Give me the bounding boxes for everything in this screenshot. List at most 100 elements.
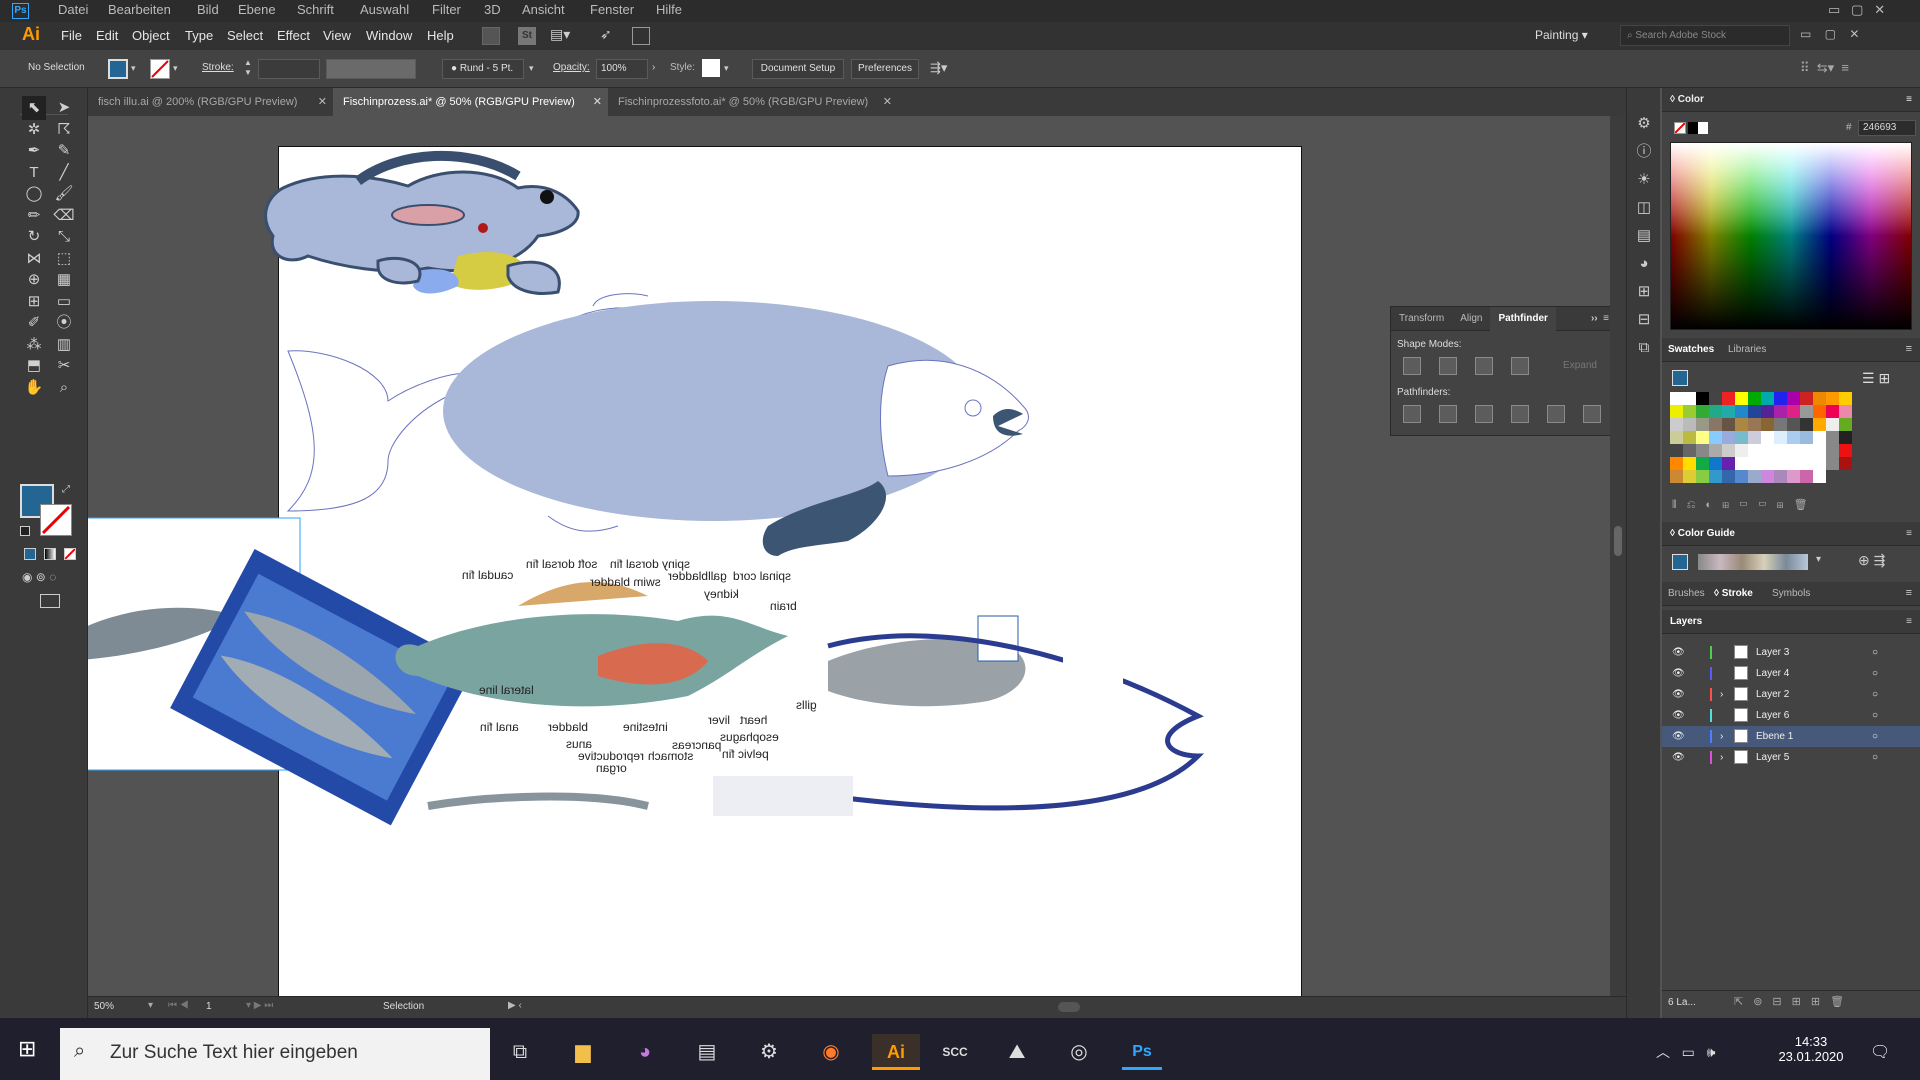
- swatch[interactable]: [1735, 431, 1748, 444]
- ps-menu-filter[interactable]: Filter: [432, 2, 461, 17]
- swatch[interactable]: [1722, 431, 1735, 444]
- swatch[interactable]: [1696, 405, 1709, 418]
- black-swatch[interactable]: [1688, 122, 1698, 134]
- drawing-modes-icon[interactable]: ◉ ⊚ ◌: [22, 570, 56, 584]
- line-tool-icon[interactable]: ╱: [52, 161, 76, 185]
- swatch[interactable]: [1813, 470, 1826, 483]
- menu-file[interactable]: File: [61, 28, 82, 43]
- swatch[interactable]: [1722, 392, 1735, 405]
- swatch[interactable]: [1670, 405, 1683, 418]
- ps-menu-file[interactable]: Datei: [58, 2, 88, 17]
- menu-select[interactable]: Select: [227, 28, 263, 43]
- pencil-tool-icon[interactable]: ✏: [22, 204, 46, 228]
- stroke-swatch[interactable]: [150, 59, 170, 79]
- direct-selection-tool-icon[interactable]: ➤: [52, 96, 76, 120]
- ps-menu-edit[interactable]: Bearbeiten: [108, 2, 171, 17]
- layer-name[interactable]: Ebene 1: [1756, 726, 1793, 747]
- swatch[interactable]: [1709, 392, 1722, 405]
- swatch[interactable]: [1683, 457, 1696, 470]
- layer-name[interactable]: Layer 3: [1756, 642, 1789, 663]
- tab-swatches[interactable]: Swatches: [1668, 344, 1714, 355]
- task-view-icon[interactable]: ⧉: [502, 1034, 538, 1070]
- white-swatch[interactable]: [1698, 122, 1708, 134]
- merge-button[interactable]: [1475, 405, 1493, 423]
- swatch[interactable]: [1813, 444, 1826, 457]
- swatch[interactable]: [1774, 470, 1787, 483]
- scale-tool-icon[interactable]: ⤡: [52, 225, 76, 249]
- stock-search-input[interactable]: ⌕ Search Adobe Stock: [1620, 25, 1790, 46]
- menu-edit[interactable]: Edit: [96, 28, 118, 43]
- zoom-chevron-icon[interactable]: ▾: [148, 1000, 153, 1011]
- stroke-weight-field[interactable]: [258, 59, 320, 79]
- harmony-colors[interactable]: [1698, 554, 1808, 570]
- swatch[interactable]: [1748, 405, 1761, 418]
- blend-tool-icon[interactable]: ⦿: [52, 311, 76, 335]
- rotate-tool-icon[interactable]: ↻: [22, 225, 46, 249]
- preferences-button[interactable]: Preferences: [851, 59, 919, 79]
- swatch[interactable]: [1696, 431, 1709, 444]
- tab-fisch-illu[interactable]: fisch illu.ai @ 200% (RGB/GPU Preview) ✕: [88, 88, 333, 116]
- ps-menu-type[interactable]: Schrift: [297, 2, 334, 17]
- swatch[interactable]: [1800, 457, 1813, 470]
- stroke-dropdown-chevron-icon[interactable]: ▾: [173, 63, 178, 74]
- swatch[interactable]: [1761, 470, 1774, 483]
- zoom-tool-icon[interactable]: ⌕: [52, 376, 76, 400]
- layer-target-icon[interactable]: ○: [1872, 663, 1878, 684]
- magic-wand-tool-icon[interactable]: ✲: [22, 118, 46, 142]
- tab-symbols[interactable]: Symbols: [1772, 588, 1810, 599]
- divide-button[interactable]: [1403, 405, 1421, 423]
- layer-target-icon[interactable]: ○: [1872, 684, 1878, 705]
- unite-button[interactable]: [1403, 357, 1421, 375]
- scroll-thumb[interactable]: [1614, 526, 1622, 556]
- gradient-mode-icon[interactable]: [44, 548, 56, 560]
- layer-name[interactable]: Layer 2: [1756, 684, 1789, 705]
- ellipse-tool-icon[interactable]: ◯: [22, 182, 46, 206]
- tab-stroke[interactable]: ◊ Stroke: [1714, 588, 1753, 599]
- arrange-documents-icon[interactable]: ▤▾: [550, 26, 570, 43]
- layers-header[interactable]: Layers ≡: [1662, 610, 1920, 634]
- layer-target-icon[interactable]: ○: [1872, 726, 1878, 747]
- ps-window-controls[interactable]: ▭ ▢ ✕: [1828, 2, 1885, 18]
- exclude-button[interactable]: [1511, 357, 1529, 375]
- swatch[interactable]: [1839, 444, 1852, 457]
- artwork[interactable]: [88, 116, 1610, 996]
- menu-help[interactable]: Help: [427, 28, 454, 43]
- stroke-weight-stepper[interactable]: ▲ ▼: [244, 58, 254, 80]
- layer-name[interactable]: Layer 6: [1756, 705, 1789, 726]
- type-tool-icon[interactable]: T: [22, 161, 46, 185]
- layer-row[interactable]: 👁 › Layer 2 ○: [1662, 684, 1920, 705]
- swatch[interactable]: [1735, 470, 1748, 483]
- opacity-arrow-icon[interactable]: ›: [652, 62, 655, 73]
- swatch[interactable]: [1800, 418, 1813, 431]
- canvas-area[interactable]: caudal fin soft dorsal fin spiny dorsal …: [88, 116, 1610, 996]
- close-tab-icon[interactable]: ✕: [883, 88, 892, 116]
- settings-gear-icon[interactable]: ⚙: [751, 1034, 787, 1070]
- tab-transform[interactable]: Transform: [1391, 307, 1452, 331]
- illustrator-taskbar-icon[interactable]: Ai: [872, 1034, 920, 1070]
- column-graph-tool-icon[interactable]: ▥: [52, 333, 76, 357]
- swatch[interactable]: [1839, 431, 1852, 444]
- graphic-style-swatch[interactable]: [702, 59, 720, 77]
- swatch[interactable]: [1800, 392, 1813, 405]
- swatch[interactable]: [1813, 431, 1826, 444]
- visibility-eye-icon[interactable]: 👁: [1672, 684, 1685, 705]
- fill-swatch[interactable]: [108, 59, 128, 79]
- swatch[interactable]: [1774, 418, 1787, 431]
- bridge-icon[interactable]: [482, 27, 500, 45]
- active-fill-swatch[interactable]: [1672, 370, 1688, 386]
- menu-type[interactable]: Type: [185, 28, 213, 43]
- swatch[interactable]: [1670, 457, 1683, 470]
- panel-menu-icon[interactable]: ≡: [1906, 610, 1912, 634]
- hand-tool-icon[interactable]: ✋: [22, 376, 46, 400]
- swatch[interactable]: [1696, 470, 1709, 483]
- layer-row[interactable]: 👁 › Ebene 1 ○: [1662, 726, 1920, 747]
- free-transform-tool-icon[interactable]: ⬚: [52, 247, 76, 271]
- brush-chevron-icon[interactable]: ▾: [529, 63, 534, 74]
- swatch[interactable]: [1839, 418, 1852, 431]
- swatch[interactable]: [1813, 405, 1826, 418]
- list-view-icon[interactable]: ☰ ⊞: [1862, 370, 1890, 387]
- swatch[interactable]: [1826, 392, 1839, 405]
- swatch[interactable]: [1748, 392, 1761, 405]
- color-guide-icons[interactable]: ⊕ ⇶: [1858, 552, 1885, 569]
- layer-row[interactable]: 👁 Layer 6 ○: [1662, 705, 1920, 726]
